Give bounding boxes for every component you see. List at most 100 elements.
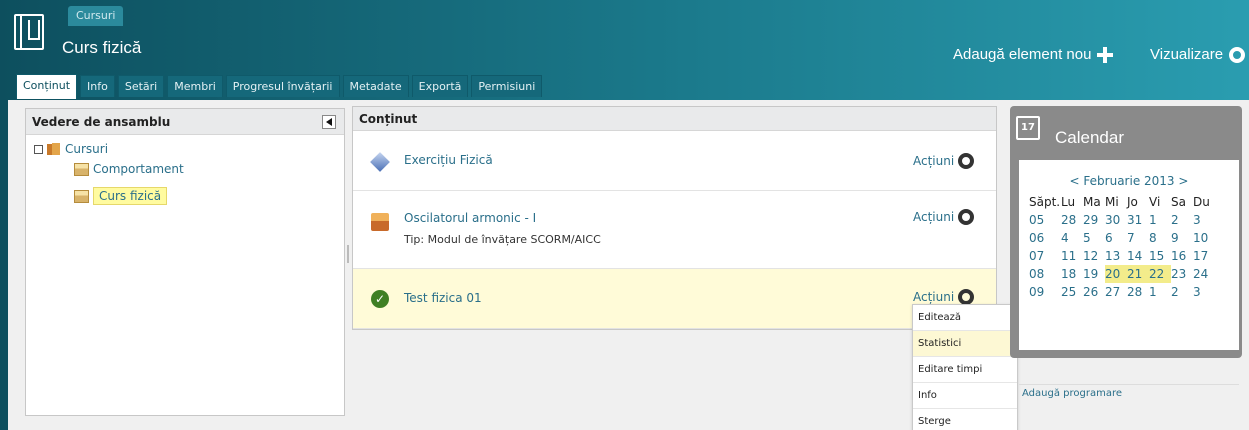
list-item[interactable]: ✓ Test fizica 01 Acțiuni xyxy=(353,269,996,329)
calendar-day[interactable]: 4 xyxy=(1061,229,1083,247)
actions-button[interactable]: Acțiuni xyxy=(913,289,975,305)
tree-root[interactable]: Cursuri xyxy=(34,142,108,156)
calendar-day[interactable]: 10 xyxy=(1193,229,1215,247)
collapse-left-icon[interactable] xyxy=(322,115,336,129)
tab-progres[interactable]: Progresul învățarii xyxy=(225,75,340,97)
item-title[interactable]: Test fizica 01 xyxy=(404,291,482,305)
book-logo-icon xyxy=(14,14,44,50)
calendar-week-row: 08 18 19 20 21 22 23 24 xyxy=(1029,265,1215,283)
tree-item-curs-fizica[interactable]: Curs fizică xyxy=(74,187,168,205)
calendar-day[interactable]: 18 xyxy=(1061,265,1083,283)
calendar-day[interactable]: 17 xyxy=(1193,247,1215,265)
tab-membri[interactable]: Membri xyxy=(167,75,223,97)
tab-info[interactable]: Info xyxy=(80,75,115,97)
menu-item-info[interactable]: Info xyxy=(913,383,1017,409)
menu-item-delete[interactable]: Sterge xyxy=(913,409,1017,430)
item-subtitle: Tip: Modul de învățare SCORM/AICC xyxy=(404,233,601,246)
calendar-day[interactable]: 1 xyxy=(1149,211,1171,229)
calendar-day[interactable]: 30 xyxy=(1105,211,1127,229)
page-title: Curs fizică xyxy=(62,38,142,57)
actions-button[interactable]: Acțiuni xyxy=(913,209,975,225)
calendar-day[interactable]: 27 xyxy=(1105,283,1127,301)
calendar-day[interactable]: 24 xyxy=(1193,265,1215,283)
panel-splitter[interactable] xyxy=(347,245,349,263)
item-title[interactable]: Oscilatorul armonic - I xyxy=(404,211,536,225)
weekday-label: Sa xyxy=(1171,195,1186,209)
calendar-header-row: Săpt. Lu Ma Mi Jo Vi Sa Du xyxy=(1029,193,1215,211)
calendar-day[interactable]: 9 xyxy=(1171,229,1193,247)
add-schedule-link[interactable]: Adaugă programare xyxy=(1019,384,1239,402)
calendar-day[interactable]: 28 xyxy=(1127,283,1149,301)
month-nav[interactable]: < Februarie 2013 > xyxy=(1019,174,1239,188)
tree-item-label[interactable]: Comportament xyxy=(93,162,184,176)
calendar-day[interactable]: 12 xyxy=(1083,247,1105,265)
calendar-day[interactable]: 8 xyxy=(1149,229,1171,247)
tab-setari[interactable]: Setări xyxy=(117,75,165,97)
tab-permisiuni[interactable]: Permisiuni xyxy=(471,75,543,97)
tab-exporta[interactable]: Exportă xyxy=(411,75,469,97)
tree-root-label[interactable]: Cursuri xyxy=(65,142,108,156)
week-number: 08 xyxy=(1029,267,1045,281)
gear-icon xyxy=(958,289,975,305)
calendar-day[interactable]: 25 xyxy=(1061,283,1083,301)
weekday-label: Mi xyxy=(1105,195,1119,209)
calendar-day[interactable]: 2 xyxy=(1171,211,1193,229)
tab-metadate[interactable]: Metadate xyxy=(342,75,409,97)
menu-item-statistics[interactable]: Statistici xyxy=(913,331,1017,357)
calendar-day[interactable]: 28 xyxy=(1061,211,1083,229)
gear-icon xyxy=(958,209,975,225)
calendar-day[interactable]: 29 xyxy=(1083,211,1105,229)
left-edge xyxy=(0,100,8,430)
calendar-day[interactable]: 14 xyxy=(1127,247,1149,265)
weekday-label: Vi xyxy=(1149,195,1161,209)
actions-label: Acțiuni xyxy=(913,154,955,168)
calendar-day[interactable]: 19 xyxy=(1083,265,1105,283)
calendar-day[interactable]: 21 xyxy=(1127,265,1149,283)
list-item[interactable]: Oscilatorul armonic - I Tip: Modul de în… xyxy=(353,191,996,269)
calendar-day[interactable]: 1 xyxy=(1149,283,1171,301)
view-button[interactable]: Vizualizare xyxy=(1150,46,1246,63)
calendar-day[interactable]: 20 xyxy=(1105,265,1127,283)
tree-item-label[interactable]: Curs fizică xyxy=(93,187,168,205)
calendar-day[interactable]: 11 xyxy=(1061,247,1083,265)
calendar-day[interactable]: 22 xyxy=(1149,265,1171,283)
calendar-day[interactable]: 31 xyxy=(1127,211,1149,229)
weekday-label: Jo xyxy=(1127,195,1138,209)
content-header: Conținut xyxy=(353,107,996,131)
calendar-day[interactable]: 7 xyxy=(1127,229,1149,247)
menu-item-edit-times[interactable]: Editare timpi xyxy=(913,357,1017,383)
collapse-tree-icon[interactable] xyxy=(34,144,43,154)
overview-header: Vedere de ansamblu xyxy=(26,109,344,135)
add-element-button[interactable]: Adaugă element nou xyxy=(953,46,1114,63)
actions-button[interactable]: Acțiuni xyxy=(913,153,975,169)
calendar-day[interactable]: 13 xyxy=(1105,247,1127,265)
weekday-label: Ma xyxy=(1083,195,1101,209)
week-number: 05 xyxy=(1029,213,1045,227)
calendar-day[interactable]: 3 xyxy=(1193,211,1215,229)
tree-item-comportament[interactable]: Comportament xyxy=(74,162,184,176)
calendar-day[interactable]: 2 xyxy=(1171,283,1193,301)
calendar-day[interactable]: 16 xyxy=(1171,247,1193,265)
calendar-grid: Săpt. Lu Ma Mi Jo Vi Sa Du 05 28 29 30 31 1 2 3 06 4 5 6 7 8 9… xyxy=(1029,193,1215,301)
course-icon xyxy=(74,189,89,203)
breadcrumb[interactable]: Cursuri xyxy=(68,6,124,26)
calendar-week-row: 06 4 5 6 7 8 9 10 xyxy=(1029,229,1215,247)
calendar-day[interactable]: 23 xyxy=(1171,265,1193,283)
list-item[interactable]: Exercițiu Fizică Acțiuni xyxy=(353,131,996,191)
calendar-day[interactable]: 6 xyxy=(1105,229,1127,247)
tab-continut[interactable]: Conținut xyxy=(16,74,78,99)
add-element-label: Adaugă element nou xyxy=(953,46,1092,63)
calendar-day[interactable]: 15 xyxy=(1149,247,1171,265)
menu-item-edit[interactable]: Editează xyxy=(913,305,1017,331)
folder-icon xyxy=(47,143,61,155)
top-header: Cursuri Curs fizică Adaugă element nou V… xyxy=(0,0,1249,100)
calendar-widget: 17 Calendar < Februarie 2013 > Săpt. Lu Ma… xyxy=(1010,106,1242,399)
tab-bar: Conținut Info Setări Membri Progresul în… xyxy=(16,74,543,99)
calendar-day[interactable]: 3 xyxy=(1193,283,1215,301)
calendar-day[interactable]: 5 xyxy=(1083,229,1105,247)
scorm-package-icon xyxy=(371,213,389,231)
view-label: Vizualizare xyxy=(1150,46,1224,63)
calendar-day[interactable]: 26 xyxy=(1083,283,1105,301)
item-title[interactable]: Exercițiu Fizică xyxy=(404,153,493,167)
course-icon xyxy=(74,162,89,176)
